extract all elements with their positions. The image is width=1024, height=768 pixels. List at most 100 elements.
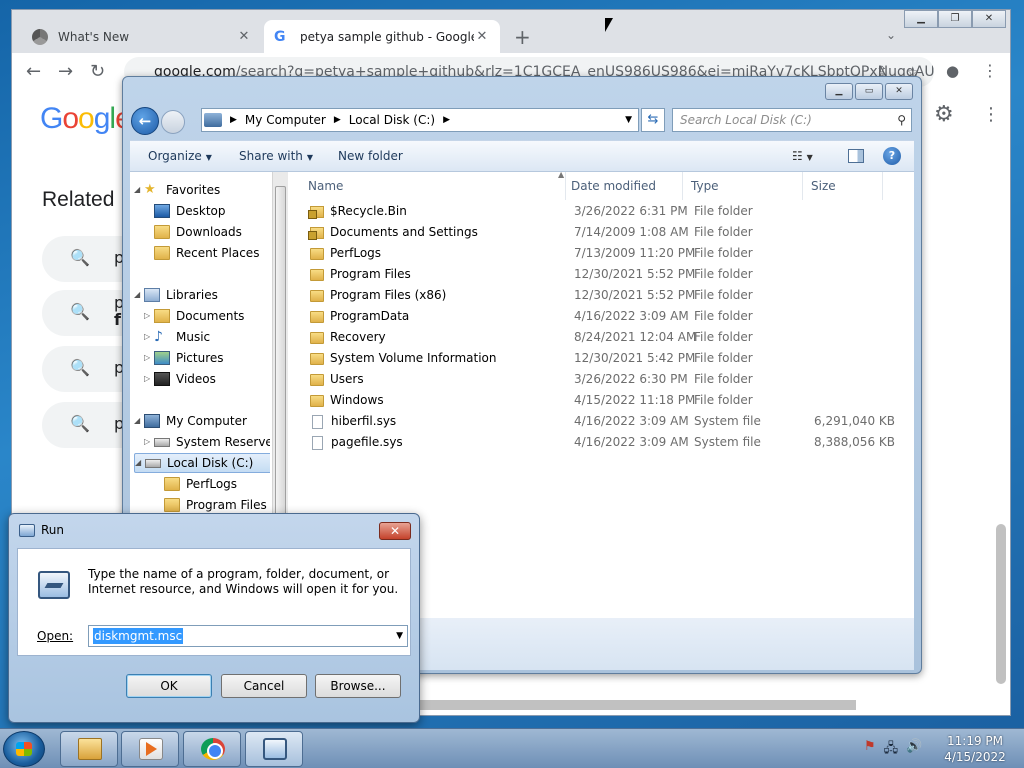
nav-desktop[interactable]: Desktop <box>154 201 226 221</box>
file-row[interactable]: $Recycle.Bin 3/26/2022 6:31 PM File folder <box>288 201 914 222</box>
volume-icon[interactable]: 🔊 <box>906 739 922 761</box>
nav-favorites[interactable]: ◢ ★ Favorites <box>134 180 220 200</box>
tab-google-search[interactable]: G petya sample github - Google Se ✕ <box>264 20 500 53</box>
nav-local-disk[interactable]: ◢ Local Disk (C:) <box>134 453 270 473</box>
mouse-cursor-icon <box>605 18 613 32</box>
action-center-flag-icon[interactable]: ⚑ <box>864 739 876 761</box>
nav-downloads[interactable]: Downloads <box>154 222 242 242</box>
close-icon[interactable]: ✕ <box>972 10 1006 28</box>
chevron-down-icon[interactable]: ▼ <box>625 115 632 125</box>
share-with-button[interactable]: Share with ▼ <box>239 149 313 163</box>
nav-system-reserved[interactable]: ▷ System Reserved <box>144 432 270 452</box>
close-icon[interactable]: ✕ <box>885 83 913 100</box>
explorer-address-bar[interactable]: ▶ My Computer ▶ Local Disk (C:) ▶ ▼ <box>201 108 639 132</box>
chevron-right-icon[interactable]: ▶ <box>230 115 237 125</box>
file-name[interactable]: Windows <box>310 390 384 411</box>
forward-arrow-icon[interactable] <box>161 110 185 134</box>
file-name[interactable]: PerfLogs <box>310 243 381 264</box>
close-icon[interactable]: ✕ <box>379 522 411 540</box>
open-combobox[interactable]: diskmgmt.msc ▼ <box>88 625 408 647</box>
file-row[interactable]: hiberfil.sys 4/16/2022 3:09 AM System file… <box>288 411 914 432</box>
chevron-right-icon[interactable]: ▶ <box>443 115 450 125</box>
open-input-value[interactable]: diskmgmt.msc <box>93 628 184 644</box>
file-name[interactable]: Program Files <box>310 264 411 285</box>
file-row[interactable]: PerfLogs 7/13/2009 11:20 PM File folder <box>288 243 914 264</box>
file-row[interactable]: Program Files 12/30/2021 5:52 PM File fold… <box>288 264 914 285</box>
help-icon[interactable]: ? <box>883 147 901 165</box>
chrome-menu-icon[interactable]: ⋮ <box>982 61 998 80</box>
nav-documents[interactable]: ▷ Documents <box>144 306 244 326</box>
nav-my-computer[interactable]: ◢ My Computer <box>134 411 247 431</box>
column-header-type[interactable]: Type <box>683 172 803 200</box>
file-row[interactable]: Documents and Settings 7/14/2009 1:08 AM F… <box>288 222 914 243</box>
computer-icon <box>204 113 222 127</box>
column-header-size[interactable]: Size <box>803 172 883 200</box>
chevron-right-icon[interactable]: ▶ <box>334 115 341 125</box>
view-options-icon[interactable]: ☷ ▼ <box>792 149 813 163</box>
nav-pictures[interactable]: ▷ Pictures <box>144 348 224 368</box>
ok-button[interactable]: OK <box>126 674 212 698</box>
restore-icon[interactable]: ❐ <box>938 10 972 28</box>
minimize-icon[interactable]: ▁ <box>825 83 853 100</box>
tab-close-icon[interactable]: ✕ <box>236 29 252 44</box>
file-row[interactable]: System Volume Information 12/30/2021 5:42… <box>288 348 914 369</box>
forward-arrow-icon[interactable]: → <box>58 61 73 82</box>
nav-libraries[interactable]: ◢ Libraries <box>134 285 218 305</box>
file-name[interactable]: $Recycle.Bin <box>308 201 407 222</box>
clock[interactable]: 11:19 PM 4/15/2022 <box>940 733 1010 765</box>
maximize-icon[interactable]: ▭ <box>855 83 883 100</box>
file-name[interactable]: Recovery <box>310 327 386 348</box>
file-row[interactable]: ProgramData 4/16/2022 3:09 AM File folder <box>288 306 914 327</box>
organize-button[interactable]: Organize ▼ <box>148 149 212 163</box>
new-folder-button[interactable]: New folder <box>338 149 403 163</box>
taskbar-explorer-button[interactable] <box>60 731 118 767</box>
file-row[interactable]: Recovery 8/24/2021 12:04 AM File folder <box>288 327 914 348</box>
file-row[interactable]: Users 3/26/2022 6:30 PM File folder <box>288 369 914 390</box>
settings-gear-icon[interactable]: ⚙ <box>934 102 954 127</box>
breadcrumb-my-computer[interactable]: My Computer <box>245 113 326 127</box>
file-name[interactable]: Documents and Settings <box>308 222 478 243</box>
tab-whats-new[interactable]: What's New ✕ <box>22 20 262 53</box>
chevron-down-icon[interactable]: ▼ <box>396 626 403 646</box>
new-tab-plus-icon[interactable]: + <box>514 25 531 49</box>
file-name[interactable]: System Volume Information <box>310 348 496 369</box>
file-name[interactable]: ProgramData <box>310 306 409 327</box>
tab-search-chevron-icon[interactable]: ⌄ <box>886 28 896 42</box>
profile-avatar-icon[interactable]: ● <box>946 62 959 80</box>
file-row[interactable]: Windows 4/15/2022 11:18 PM File folder <box>288 390 914 411</box>
file-name[interactable]: Program Files (x86) <box>310 285 446 306</box>
file-name[interactable]: hiberfil.sys <box>310 411 396 432</box>
apps-menu-icon[interactable]: ⋮ <box>982 104 1000 125</box>
column-header-date[interactable]: Date modified <box>563 172 683 200</box>
page-scrollbar[interactable] <box>996 524 1006 684</box>
back-arrow-icon[interactable]: ← <box>26 61 41 82</box>
file-name[interactable]: Users <box>310 369 364 390</box>
nav-program-files[interactable]: Program Files <box>164 495 267 515</box>
taskbar-run-button[interactable] <box>245 731 303 767</box>
explorer-search-input[interactable]: Search Local Disk (C:) ⚲ <box>672 108 912 132</box>
google-logo[interactable]: Google <box>40 102 132 136</box>
reload-icon[interactable]: ↻ <box>90 61 105 82</box>
start-button[interactable] <box>3 731 45 767</box>
nav-videos[interactable]: ▷ Videos <box>144 369 216 389</box>
taskbar-media-player-button[interactable] <box>121 731 179 767</box>
breadcrumb-local-disk[interactable]: Local Disk (C:) <box>349 113 435 127</box>
cancel-button[interactable]: Cancel <box>221 674 307 698</box>
browse-button[interactable]: Browse... <box>315 674 401 698</box>
refresh-icon[interactable]: ⇆ <box>641 108 665 132</box>
network-icon[interactable]: 🖧 <box>884 739 899 761</box>
nav-recent-places[interactable]: Recent Places <box>154 243 259 263</box>
column-header-name[interactable]: Name <box>300 172 566 200</box>
preview-pane-icon[interactable] <box>848 149 864 163</box>
file-name[interactable]: pagefile.sys <box>310 432 403 453</box>
file-row[interactable]: Program Files (x86) 12/30/2021 5:52 PM Fil… <box>288 285 914 306</box>
search-icon[interactable]: ⚲ <box>897 109 906 131</box>
minimize-icon[interactable]: ▁ <box>904 10 938 28</box>
file-row[interactable]: pagefile.sys 4/16/2022 3:09 AM System file… <box>288 432 914 453</box>
back-arrow-icon[interactable]: ← <box>131 107 159 135</box>
scroll-thumb[interactable] <box>275 186 286 516</box>
taskbar-chrome-button[interactable] <box>183 731 241 767</box>
tab-close-icon[interactable]: ✕ <box>474 29 490 44</box>
nav-music[interactable]: ▷ ♪ Music <box>144 327 210 347</box>
nav-perflogs[interactable]: PerfLogs <box>164 474 237 494</box>
